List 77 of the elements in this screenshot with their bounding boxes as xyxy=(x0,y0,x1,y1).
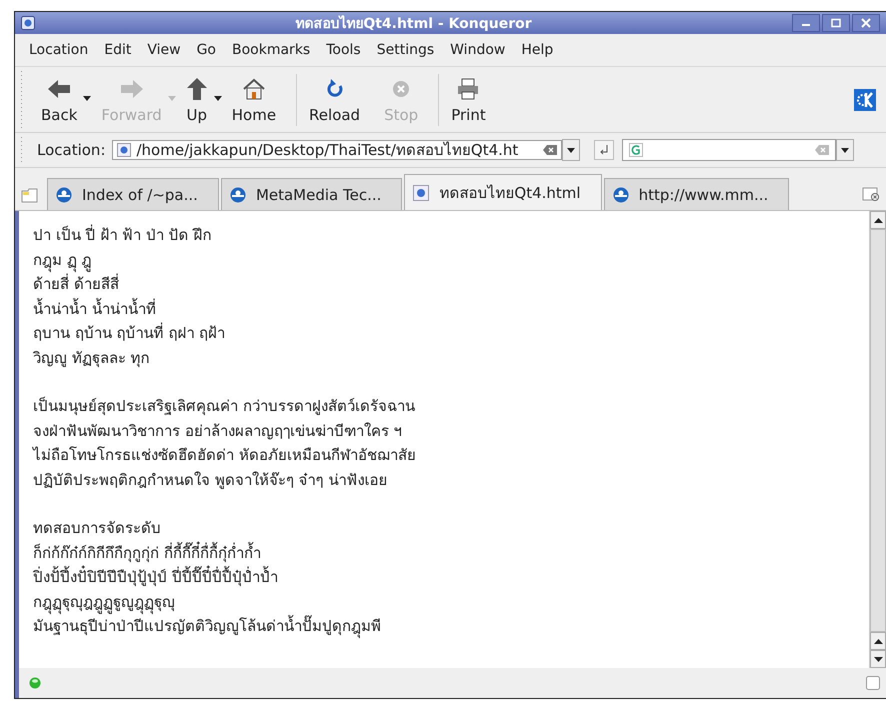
menu-item[interactable]: View xyxy=(141,40,187,60)
home-icon xyxy=(242,76,266,100)
search-field[interactable] xyxy=(622,139,836,161)
dropdown-arrow-icon xyxy=(168,96,176,100)
dropdown-arrow-icon xyxy=(566,148,574,152)
tab[interactable]: http://www.mm... xyxy=(604,178,790,210)
toolbar-button[interactable]: Print xyxy=(443,76,502,124)
menu-item[interactable]: Help xyxy=(515,40,560,60)
text-line: ปฏิบัติประพฤติกฎกำหนดใจ พูดจาให้จ๊ะๆ จ๋าๆ น่าฟังเอย xyxy=(33,470,388,491)
text-line: กฎุฏุฐุญุฎฎูฏูฐูญูฎุฏุฐุญุ xyxy=(33,590,855,614)
folder-icon xyxy=(21,187,39,203)
text-line: วิญญู ทัฏฐุลละ ทุก xyxy=(33,348,151,370)
close-tab-icon xyxy=(862,187,880,201)
tab[interactable]: Index of /~pa... xyxy=(47,178,219,210)
tab[interactable]: MetaMedia Tec... xyxy=(220,178,402,210)
menu-item[interactable]: Go xyxy=(190,40,222,60)
up-arrow-icon xyxy=(874,218,882,222)
dropdown-arrow-icon xyxy=(214,96,222,100)
maximize-button[interactable] xyxy=(822,14,850,32)
down-arrow-icon xyxy=(874,656,882,662)
left-arrow-icon xyxy=(46,78,72,100)
app-icon[interactable] xyxy=(21,16,35,30)
toolbar-button[interactable]: Reload xyxy=(301,76,376,124)
text-line: ปา เป็น ปี่ ฝ้า ฟ้า ป่า ปัด ฝึก xyxy=(33,224,212,246)
text-line: จงฝ่าฟันพัฒนาวิชาการ อย่าล้างผลาญฤๅเข่นฆ่าบีฑาใคร ฯ xyxy=(33,420,403,442)
location-field[interactable]: /home/jakkapun/Desktop/ThaiTest/ทดสอบไทยQt4.ht xyxy=(112,140,562,160)
square-icon[interactable] xyxy=(866,676,880,690)
menu-item[interactable]: Window xyxy=(444,40,512,60)
text-line: ปิ่งปั้ปึ้งปั๋ปิปีปึปืปุ่ปู้ปุ่ป์ ปี่ปี้ปี๊ปี๋ปื่ปื้ปุ๋ป่ำป้ำ xyxy=(33,565,855,590)
go-button[interactable] xyxy=(594,140,614,160)
text-line: ไม่ถือโทษโกรธแช่งซัดฮึดฮัดด่า หัดอภัยเหมือนกีฬาอัชฌาสัย xyxy=(33,445,417,466)
enter-arrow-icon xyxy=(598,144,610,156)
text-line: น้ำน่าน้ำ น้ำน่าน้ำที่ xyxy=(33,297,157,320)
window-title: ทดสอบไทยQt4.html - Konqueror xyxy=(294,14,533,34)
text-line: เป็นมนุษย์สุดประเสริฐเลิศคุณค่า กว่าบรรดาฝูงสัตว์เดรัจฉาน xyxy=(33,396,416,418)
clear-text-icon[interactable] xyxy=(542,145,556,155)
toolbar-button[interactable]: Back xyxy=(33,76,94,124)
vertical-scrollbar[interactable] xyxy=(869,211,886,668)
globe-icon xyxy=(56,186,72,202)
scroll-up-button[interactable] xyxy=(870,632,886,650)
up-arrow-icon xyxy=(186,76,208,100)
menu-item[interactable]: Settings xyxy=(370,40,440,60)
maximize-icon xyxy=(831,18,841,28)
close-button[interactable] xyxy=(852,14,880,32)
page-icon xyxy=(413,184,430,200)
menu-item[interactable]: Location xyxy=(23,40,94,60)
scroll-down-button[interactable] xyxy=(870,650,886,668)
toolbar-button[interactable]: Home xyxy=(224,76,292,124)
globe-icon xyxy=(230,186,246,202)
menu-item[interactable]: Tools xyxy=(320,40,367,60)
right-arrow-icon xyxy=(118,78,145,100)
page-icon xyxy=(116,143,130,157)
scrollbar-thumb[interactable] xyxy=(870,229,886,632)
search-dropdown-button[interactable] xyxy=(836,139,854,161)
dropdown-arrow-icon xyxy=(83,96,92,100)
text-line: มันฐานธุปีบ่าป่าปีแปรญัตติวิญญูโล้นด่าน้ำปั๊มปูดุกฎุมพี xyxy=(33,614,855,638)
scroll-up-button[interactable] xyxy=(870,211,886,229)
toolbar-button[interactable]: Up xyxy=(178,76,224,124)
menu-item[interactable]: Edit xyxy=(98,40,138,60)
history-dropdown-button[interactable] xyxy=(562,139,580,161)
globe-icon xyxy=(612,186,629,202)
text-line: กฎุม ฏุ ฎู xyxy=(33,248,855,272)
search-engine-icon xyxy=(628,143,642,157)
dropdown-arrow-icon xyxy=(840,148,848,152)
text-line: ฤบาน ฤบ้าน ฤบ้านที่ ฤฝา ฤฝ้า xyxy=(33,322,226,344)
location-label: Location: xyxy=(37,141,106,159)
status-light-icon xyxy=(29,677,41,689)
text-line: ทดสอบการจัดระดับ xyxy=(33,518,162,539)
menu-item[interactable]: Bookmarks xyxy=(226,40,316,60)
tab[interactable]: ทดสอบไทยQt4.html xyxy=(404,174,602,210)
gear-logo-icon[interactable] xyxy=(854,88,876,110)
minimize-button[interactable] xyxy=(792,14,820,32)
up-arrow-icon xyxy=(874,638,882,644)
text-line: ด้ายสี่ ด้ายสีสี่ xyxy=(33,272,120,295)
close-icon xyxy=(861,18,871,28)
printer-icon xyxy=(456,76,480,100)
text-line: ก็ก่ก้ก๊ก๋ก์กิกีกึกืกุกูกุ่ก่ กี่กี้กี๊กี๋กื่กื้กุ๋ก่ำก้ำ xyxy=(33,540,262,564)
